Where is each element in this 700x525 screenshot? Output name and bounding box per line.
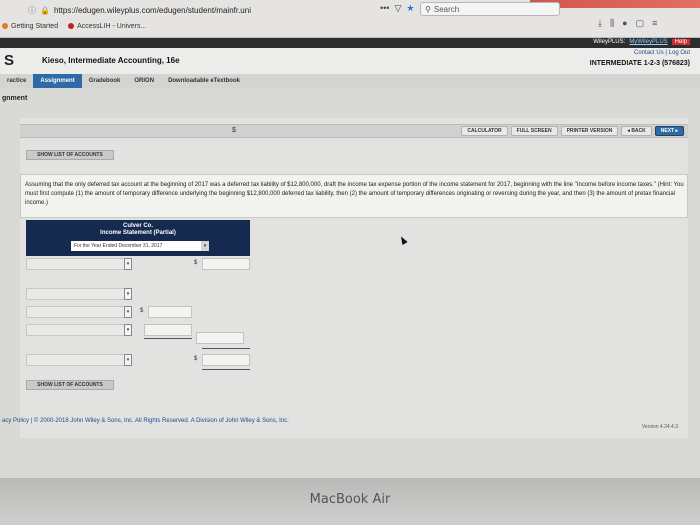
footer: acy Policy | © 2000-2018 John Wiley & So… — [0, 418, 700, 430]
amount-input[interactable] — [196, 332, 244, 344]
mywileyplus-link[interactable]: MyWileyPLUS — [629, 39, 667, 45]
wiley-top-links: WileyPLUS: MyWileyPLUS Help — [593, 39, 690, 45]
toolbar-buttons: CALCULATOR FULL SCREEN PRINTER VERSION ◂… — [461, 126, 684, 136]
library-icon[interactable]: ⫼ — [610, 18, 614, 29]
statement-row: ▾ $ — [26, 306, 250, 318]
log-out-link[interactable]: Log Out — [669, 50, 690, 56]
statement-header: Culver Co. Income Statement (Partial) Fo… — [26, 220, 250, 256]
bookmark-icon — [68, 23, 75, 29]
mouse-cursor — [398, 235, 408, 245]
amount-input[interactable] — [202, 258, 250, 270]
dollar-sign: $ — [140, 308, 144, 314]
course-title: Kieso, Intermediate Accounting, 16e — [42, 56, 180, 65]
account-select[interactable] — [26, 258, 132, 270]
help-links: Contact Us | Log Out — [634, 50, 690, 56]
chevron-down-icon[interactable]: ▾ — [124, 258, 132, 270]
full-screen-button[interactable]: FULL SCREEN — [510, 126, 558, 136]
url-text[interactable]: https://edugen.wileyplus.com/edugen/stud… — [54, 6, 251, 15]
chevron-down-icon[interactable]: ▾ — [124, 324, 132, 336]
laptop-bezel: MacBook Air — [0, 478, 700, 525]
chevron-down-icon[interactable]: ▾ — [124, 288, 132, 300]
account-select[interactable] — [26, 354, 132, 366]
version-label: Version 4.24.4.3 — [641, 424, 678, 430]
chapter-info: INTERMEDIATE 1-2-3 (576823) — [589, 60, 690, 67]
nav-gradebook[interactable]: Gradebook — [82, 74, 128, 88]
wiley-top-bar: WileyPLUS: MyWileyPLUS Help — [0, 38, 700, 48]
account-select[interactable] — [26, 288, 132, 300]
search-icon: ⚲ — [425, 4, 431, 14]
double-underline — [202, 369, 250, 370]
show-list-of-accounts-button[interactable]: SHOW LIST OF ACCOUNTS — [26, 380, 114, 390]
wiley-header: S Kieso, Intermediate Accounting, 16e Co… — [0, 48, 700, 74]
search-placeholder: Search — [433, 4, 460, 14]
chevron-down-icon[interactable]: ▾ — [201, 241, 209, 251]
amount-input[interactable] — [144, 324, 192, 336]
wiley-logo: S — [4, 52, 15, 69]
back-button[interactable]: ◂ BACK — [621, 126, 652, 136]
account-select[interactable] — [26, 306, 132, 318]
browser-tools[interactable]: ⤓ ⫼ ● ▢ ≡ — [598, 18, 657, 29]
wileyplus-label: WileyPLUS: — [593, 39, 626, 45]
next-button[interactable]: NEXT ▸ — [654, 126, 684, 136]
section-title: gnment — [2, 95, 28, 102]
sync-icon[interactable]: ● — [622, 18, 627, 29]
url-bar[interactable]: ⓘ 🔒 https://edugen.wileyplus.com/edugen/… — [28, 3, 418, 17]
amount-input[interactable] — [148, 306, 192, 318]
nav-etextbook[interactable]: Downloadable eTextbook — [161, 74, 247, 88]
more-icon[interactable]: ••• — [380, 3, 389, 14]
bookmarks-bar: Getting Started AccessLIH - Univers... — [0, 20, 146, 32]
menu-icon[interactable]: ≡ — [652, 18, 657, 29]
chevron-down-icon[interactable]: ▾ — [124, 354, 132, 366]
bezel-label: MacBook Air — [309, 492, 391, 507]
nav-assignment[interactable]: Assignment — [33, 74, 82, 88]
pocket-icon[interactable]: ▽ — [394, 3, 401, 14]
statement-row: ▾ — [26, 288, 250, 300]
bookmark-getting-started[interactable]: Getting Started — [2, 20, 58, 32]
account-select[interactable] — [26, 324, 132, 336]
statement-title: Income Statement (Partial) — [100, 230, 176, 236]
period-value: For the Year Ended December 31, 2017 — [74, 243, 163, 249]
info-icon: ⓘ — [28, 5, 36, 15]
download-icon[interactable]: ⤓ — [598, 18, 602, 29]
footer-links[interactable]: acy Policy | © 2000-2018 John Wiley & So… — [2, 418, 289, 424]
dollar-sign: $ — [194, 260, 198, 266]
printer-version-button[interactable]: PRINTER VERSION — [560, 126, 619, 136]
total-line — [202, 348, 250, 349]
bookmark-access[interactable]: AccessLIH - Univers... — [68, 20, 146, 32]
statement-row: ▾ $ — [26, 258, 250, 270]
main-nav: ractice Assignment Gradebook ORION Downl… — [0, 74, 700, 88]
dollar-sign: $ — [232, 127, 236, 134]
screen: ⓘ 🔒 https://edugen.wileyplus.com/edugen/… — [0, 0, 700, 478]
chevron-down-icon[interactable]: ▾ — [124, 306, 132, 318]
statement-row: ▾ $ — [26, 354, 250, 366]
browser-toolbar: ⓘ 🔒 https://edugen.wileyplus.com/edugen/… — [0, 0, 700, 38]
question-box: Assuming that the only deferred tax acco… — [20, 174, 688, 218]
period-select[interactable]: For the Year Ended December 31, 2017 ▾ — [71, 241, 209, 251]
question-text: Assuming that the only deferred tax acco… — [25, 182, 684, 206]
contact-us-link[interactable]: Contact Us — [634, 50, 664, 56]
nav-practice[interactable]: ractice — [0, 74, 33, 88]
calculator-button[interactable]: CALCULATOR — [461, 126, 508, 136]
assignment-content: $ CALCULATOR FULL SCREEN PRINTER VERSION… — [20, 118, 688, 438]
show-list-of-accounts-button[interactable]: SHOW LIST OF ACCOUNTS — [26, 150, 114, 160]
bookmark-star-icon[interactable]: ★ — [406, 3, 414, 14]
search-input[interactable]: ⚲ Search — [420, 2, 560, 16]
lock-icon: 🔒 — [40, 5, 50, 15]
sidebar-icon[interactable]: ▢ — [636, 18, 645, 29]
page-actions[interactable]: ••• ▽ ★ — [380, 3, 414, 14]
dollar-sign: $ — [194, 356, 198, 362]
amount-input[interactable] — [202, 354, 250, 366]
bookmark-icon — [2, 23, 8, 29]
company-name: Culver Co. — [122, 223, 153, 229]
subtotal-line — [144, 338, 192, 339]
help-link[interactable]: Help — [671, 39, 690, 45]
nav-orion[interactable]: ORION — [127, 74, 161, 88]
